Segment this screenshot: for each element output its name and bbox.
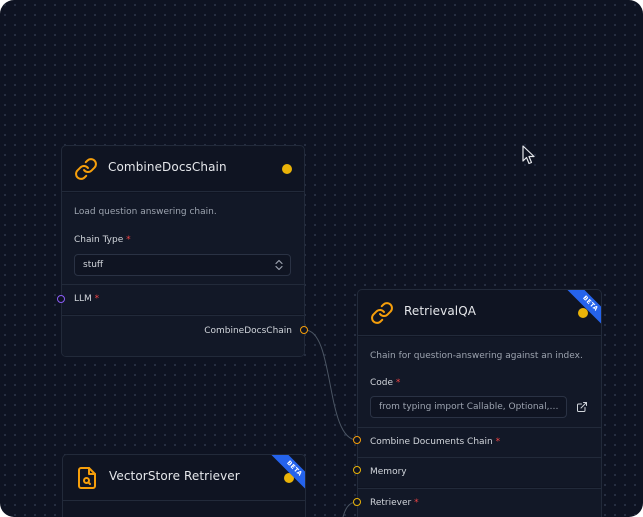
llm-input-row: LLM * — [62, 284, 304, 314]
node-description: Chain for question-answering against an … — [370, 351, 583, 361]
node-vectorstore-retriever[interactable]: VectorStore Retriever BETA — [62, 454, 306, 517]
chain-type-label: Chain Type * — [74, 235, 131, 245]
node-retrieval-qa[interactable]: RetrievalQA BETA Chain for question-answ… — [357, 289, 602, 517]
flow-canvas[interactable]: CombineDocsChain Load question answering… — [0, 0, 643, 517]
node-header[interactable]: VectorStore Retriever BETA — [63, 455, 305, 501]
memory-label: Memory — [370, 467, 407, 477]
description-area: Load question answering chain. — [62, 193, 304, 229]
link-icon — [371, 302, 393, 324]
combinedocs-output-handle[interactable] — [300, 326, 308, 334]
link-icon — [75, 158, 97, 180]
external-link-icon[interactable] — [576, 401, 588, 413]
mouse-cursor-icon — [522, 145, 535, 165]
node-description: Load question answering chain. — [74, 207, 217, 217]
description-area: Chain for question-answering against an … — [358, 337, 601, 372]
status-indicator — [282, 164, 292, 174]
node-combine-docs-chain[interactable]: CombineDocsChain Load question answering… — [61, 145, 305, 357]
code-input[interactable]: from typing import Callable, Optional, U… — [370, 396, 567, 418]
node-header[interactable]: RetrievalQA BETA — [358, 290, 601, 336]
edge-combinedocs-to-retrievalqa — [304, 329, 358, 441]
code-field: Code * from typing import Callable, Opti… — [358, 372, 601, 427]
output-row: CombineDocsChain — [62, 315, 304, 356]
memory-input-row: Memory — [358, 457, 601, 487]
retriever-input-handle[interactable] — [353, 498, 361, 506]
retriever-label: Retriever * — [370, 498, 419, 508]
code-label: Code * — [370, 378, 401, 388]
memory-input-handle[interactable] — [353, 466, 361, 474]
combine-docs-label: Combine Documents Chain * — [370, 437, 501, 447]
chain-type-field: Chain Type * stuff — [62, 229, 304, 284]
node-title: VectorStore Retriever — [109, 469, 240, 483]
file-search-icon — [78, 467, 96, 489]
retriever-input-row: Retriever * — [358, 488, 601, 517]
combine-docs-input-row: Combine Documents Chain * — [358, 427, 601, 457]
chevron-up-down-icon — [275, 259, 283, 271]
node-header[interactable]: CombineDocsChain — [62, 146, 304, 192]
llm-input-handle[interactable] — [57, 295, 65, 303]
output-label: CombineDocsChain — [204, 326, 292, 336]
chain-type-select[interactable]: stuff — [74, 254, 291, 276]
chain-type-value: stuff — [83, 260, 104, 270]
code-value: from typing import Callable, Optional, U… — [379, 402, 559, 412]
combine-docs-input-handle[interactable] — [353, 436, 361, 444]
node-title: CombineDocsChain — [108, 160, 227, 174]
node-title: RetrievalQA — [404, 304, 477, 318]
llm-label: LLM * — [74, 294, 100, 304]
